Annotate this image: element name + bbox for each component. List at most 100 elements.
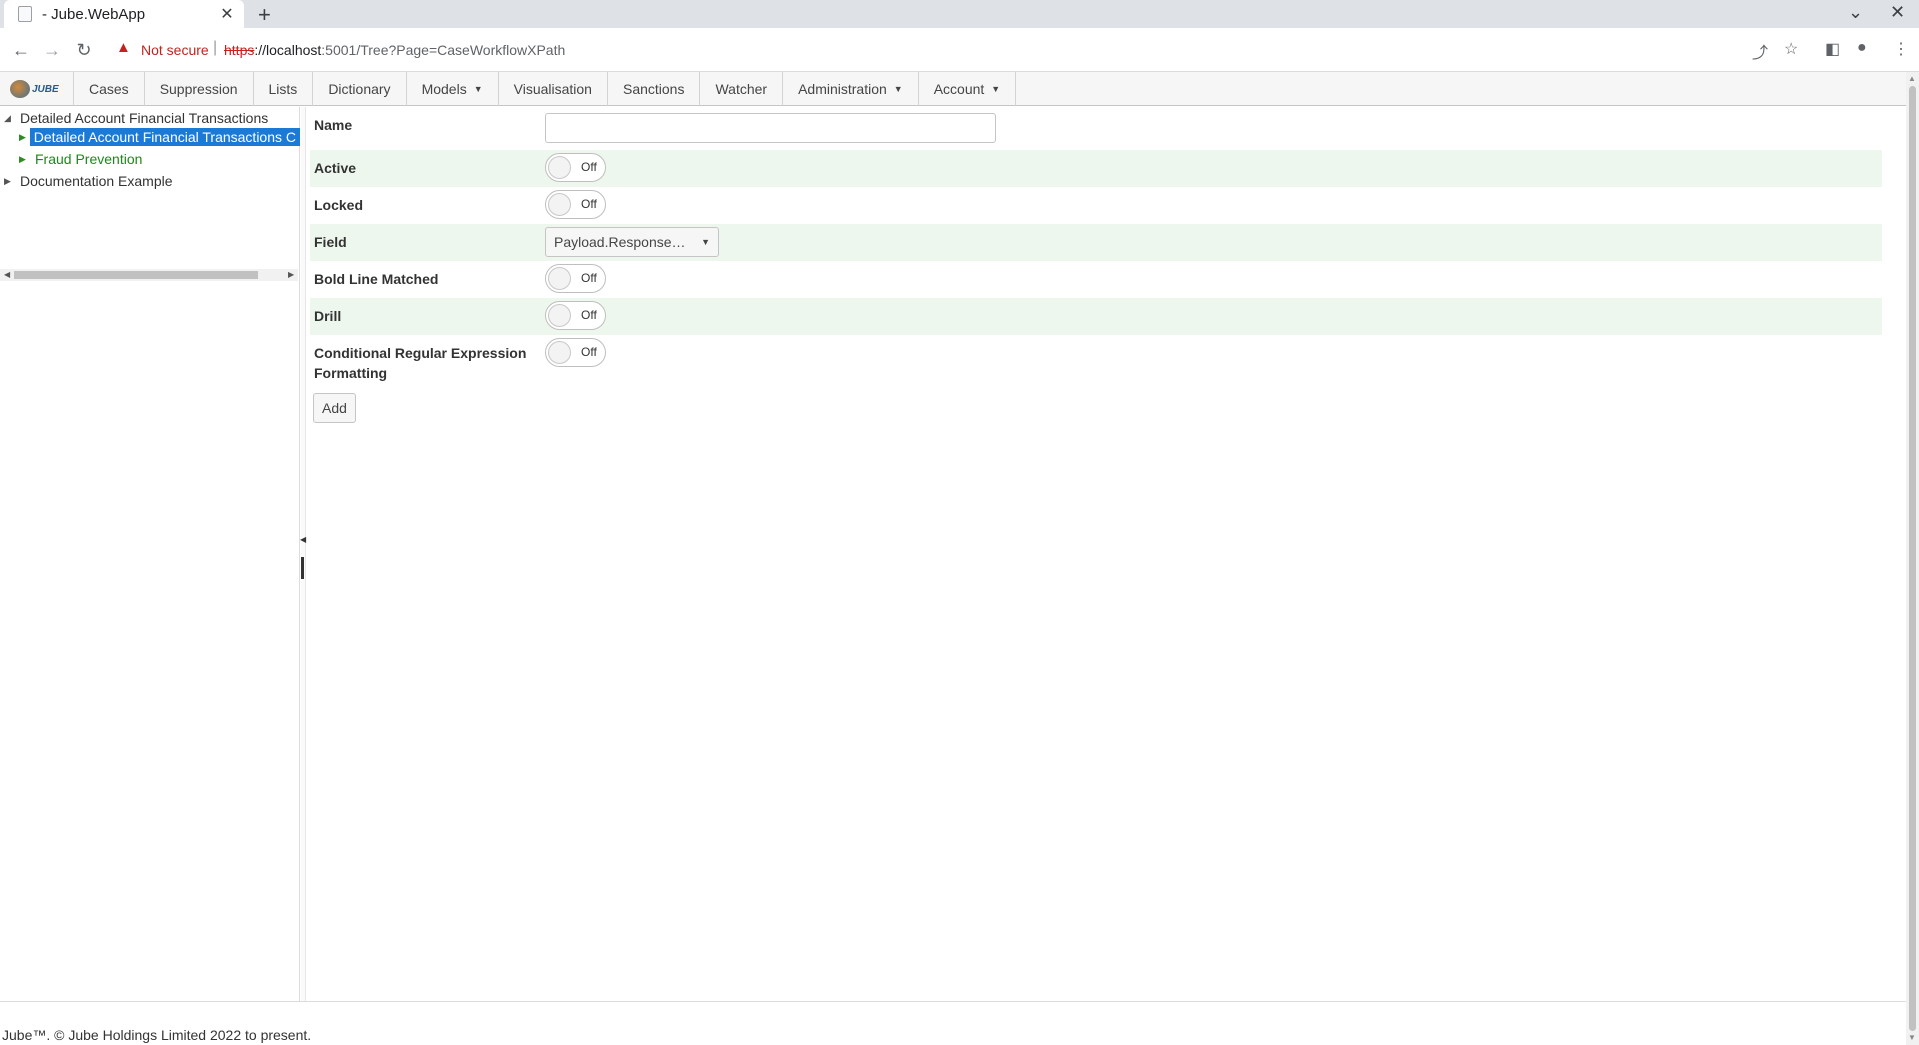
menu-suppression-label: Suppression (159, 81, 238, 97)
menu-sanctions[interactable]: Sanctions (608, 72, 701, 106)
jube-logo[interactable]: JUBE (0, 72, 74, 106)
chevron-down-icon[interactable]: ⌄ (1848, 2, 1863, 23)
bookmark-star-icon[interactable]: ☆ (1784, 39, 1798, 59)
form-row-name: Name (310, 107, 1882, 144)
browser-menu-icon[interactable]: ⋮ (1893, 39, 1909, 59)
url-path: :5001/Tree?Page=CaseWorkflowXPath (321, 42, 566, 58)
menu-cases-label: Cases (89, 81, 129, 97)
browser-tab[interactable]: - Jube.WebApp ✕ (4, 0, 244, 28)
name-input[interactable] (545, 113, 996, 143)
tree-horizontal-scrollbar[interactable]: ◀ ▶ (0, 269, 298, 281)
menu-account[interactable]: Account ▼ (919, 72, 1017, 106)
form-row-drill: Drill Off (310, 298, 1882, 335)
form-row-bold-line: Bold Line Matched Off (310, 261, 1882, 298)
menu-visualisation-label: Visualisation (513, 81, 592, 97)
menu-cases[interactable]: Cases (74, 72, 145, 106)
forward-icon[interactable]: → (39, 37, 65, 63)
menu-visualisation[interactable]: Visualisation (499, 72, 608, 106)
page-favicon-icon (18, 6, 32, 22)
tree-collapsed-icon[interactable]: ▶ (4, 176, 16, 187)
profile-avatar-icon[interactable]: ● (1857, 39, 1867, 57)
active-toggle[interactable]: Off (545, 153, 606, 182)
scroll-down-icon[interactable]: ▼ (1908, 1033, 1916, 1042)
scroll-up-icon[interactable]: ▲ (1908, 74, 1916, 83)
main-menubar: JUBE Cases Suppression Lists Dictionary … (0, 72, 1906, 106)
dropdown-caret-icon: ▼ (893, 84, 903, 94)
new-tab-button[interactable]: + (258, 2, 271, 28)
side-panel-icon[interactable]: ◧ (1825, 39, 1840, 59)
add-button[interactable]: Add (313, 393, 356, 423)
menu-models[interactable]: Models ▼ (407, 72, 499, 106)
form-row-field: Field Payload.Response… ▼ (310, 224, 1882, 261)
toggle-state: Off (581, 271, 597, 285)
toggle-knob (548, 267, 571, 290)
tree-node-label: Fraud Prevention (35, 151, 143, 167)
toggle-knob (548, 304, 571, 327)
menu-administration[interactable]: Administration ▼ (783, 72, 919, 106)
conditional-formatting-toggle[interactable]: Off (545, 338, 606, 367)
toggle-knob (548, 341, 571, 364)
tree-node-root[interactable]: ◢ Detailed Account Financial Transaction… (4, 108, 268, 128)
tree-collapsed-icon[interactable]: ▶ (19, 154, 31, 165)
form-row-conditional: Conditional Regular Expression Formattin… (310, 335, 1882, 385)
menu-account-label: Account (933, 81, 985, 97)
tree-node-label: Detailed Account Financial Transactions (20, 110, 269, 126)
field-label: Field (314, 234, 347, 250)
warning-icon[interactable]: ▲ (116, 39, 131, 56)
menu-administration-label: Administration (798, 81, 887, 97)
dropdown-caret-icon: ▼ (991, 84, 1001, 94)
menu-models-label: Models (421, 81, 467, 97)
not-secure-label[interactable]: Not secure (141, 42, 209, 58)
menu-watcher-label: Watcher (715, 81, 768, 97)
menu-lists-label: Lists (268, 81, 298, 97)
footer-copyright: Jube™. © Jube Holdings Limited 2022 to p… (2, 1027, 312, 1043)
drill-label: Drill (314, 308, 342, 324)
form-row-active: Active Off (310, 150, 1882, 187)
window-close-icon[interactable]: ✕ (1890, 2, 1905, 23)
url-field[interactable]: https://localhost:5001/Tree?Page=CaseWor… (224, 42, 565, 58)
conditional-formatting-label: Conditional Regular Expression Formattin… (314, 345, 527, 381)
tree-node-fraud-prevention[interactable]: ▶ Fraud Prevention (19, 149, 142, 169)
tree-node-label: Detailed Account Financial Transactions … (29, 128, 300, 146)
menu-sanctions-label: Sanctions (622, 81, 685, 97)
menu-dictionary-label: Dictionary (328, 81, 391, 97)
locked-toggle[interactable]: Off (545, 190, 606, 219)
menu-lists[interactable]: Lists (254, 72, 314, 106)
drill-toggle[interactable]: Off (545, 301, 606, 330)
scroll-left-icon[interactable]: ◀ (4, 269, 10, 281)
reload-icon[interactable]: ↻ (71, 37, 97, 63)
form-row-locked: Locked Off (310, 187, 1882, 224)
form-panel: Name Active Off Locked Off Field Payload… (306, 107, 1886, 1001)
toggle-knob (548, 156, 571, 179)
tree-node-documentation[interactable]: ▶ Documentation Example (4, 171, 173, 191)
dropdown-caret-icon: ▼ (701, 237, 710, 247)
menu-dictionary[interactable]: Dictionary (313, 72, 407, 106)
active-label: Active (314, 160, 357, 176)
scrollbar-thumb[interactable] (1909, 86, 1916, 1031)
tree-expanded-icon[interactable]: ◢ (4, 113, 16, 124)
scroll-right-icon[interactable]: ▶ (288, 269, 294, 281)
field-select[interactable]: Payload.Response… ▼ (545, 227, 719, 257)
browser-tabstrip: - Jube.WebApp ✕ + ⌄ ✕ (0, 0, 1919, 28)
tree-collapsed-icon[interactable]: ▶ (19, 132, 30, 143)
locked-label: Locked (314, 197, 364, 213)
footer-divider (0, 1001, 1906, 1002)
app-root: JUBE Cases Suppression Lists Dictionary … (0, 72, 1906, 1045)
tree-node-selected[interactable]: ▶ Detailed Account Financial Transaction… (19, 127, 300, 147)
scrollbar-thumb[interactable] (14, 271, 258, 279)
share-icon[interactable]: ⤴ (1752, 39, 1768, 63)
dropdown-caret-icon: ▼ (473, 84, 483, 94)
back-icon[interactable]: ← (8, 37, 34, 63)
tree-node-label: Documentation Example (20, 173, 173, 189)
splitter-handle[interactable] (301, 557, 304, 579)
menu-watcher[interactable]: Watcher (700, 72, 784, 106)
page-vertical-scrollbar[interactable]: ▲ ▼ (1906, 72, 1919, 1045)
url-host: ://localhost (254, 42, 322, 58)
tab-title: - Jube.WebApp (42, 5, 146, 23)
field-select-value: Payload.Response… (554, 234, 686, 250)
menu-suppression[interactable]: Suppression (145, 72, 254, 106)
url-separator: | (213, 39, 218, 56)
bold-line-toggle[interactable]: Off (545, 264, 606, 293)
bold-line-label: Bold Line Matched (314, 271, 439, 287)
close-icon[interactable]: ✕ (218, 4, 236, 24)
